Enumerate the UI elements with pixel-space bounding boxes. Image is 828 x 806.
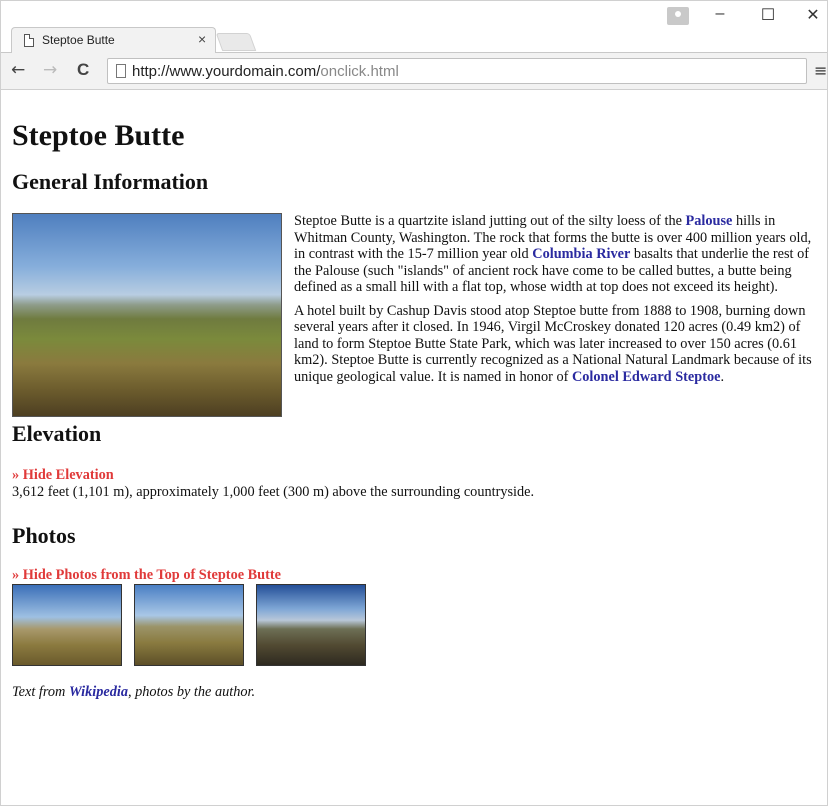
back-arrow-icon[interactable]: ←: [11, 60, 25, 80]
steptoe-butte-photo: [12, 213, 282, 417]
hide-photos-link[interactable]: » Hide Photos from the Top of Steptoe Bu…: [12, 567, 822, 584]
reload-icon[interactable]: C: [77, 60, 89, 80]
minimize-button[interactable]: –: [705, 5, 735, 23]
palouse-link[interactable]: Palouse: [686, 213, 733, 229]
photos-heading: Photos: [12, 523, 76, 548]
page-title: Steptoe Butte: [12, 119, 185, 152]
credit-line: Text from Wikipedia, photos by the autho…: [12, 684, 822, 701]
photo-thumbnail-2[interactable]: [134, 584, 244, 666]
forward-arrow-icon[interactable]: →: [43, 60, 57, 80]
photo-thumbnail-1[interactable]: [12, 584, 122, 666]
menu-icon[interactable]: ≡: [814, 61, 827, 80]
general-information-section: Steptoe Butte is a quartzite island jutt…: [12, 213, 822, 417]
browser-window: Steptoe Butte × – ☐ ✕ ← → C http://www.y…: [0, 0, 828, 806]
intro-text: .: [720, 368, 725, 385]
elevation-text: 3,612 feet (1,101 m), approximately 1,00…: [12, 484, 535, 500]
hide-elevation-link[interactable]: » Hide Elevation: [12, 467, 822, 484]
url-host: http://www.yourdomain.com/: [132, 63, 321, 80]
credit-text: , photos by the author.: [127, 684, 256, 700]
colonel-edward-steptoe-link[interactable]: Colonel Edward Steptoe: [572, 369, 721, 385]
url-path: onclick.html: [320, 63, 399, 80]
browser-toolbar: ← → C http://www.yourdomain.com/onclick.…: [1, 52, 827, 90]
wikipedia-link[interactable]: Wikipedia: [69, 684, 128, 700]
intro-text: A hotel built by Cashup Davis stood atop…: [294, 302, 812, 385]
tab-close-icon[interactable]: ×: [198, 31, 206, 47]
photo-thumbnails: [12, 584, 822, 668]
address-bar[interactable]: http://www.yourdomain.com/onclick.html: [107, 58, 807, 84]
photo-thumbnail-3[interactable]: [256, 584, 366, 666]
credit-text: Text from: [12, 684, 69, 700]
tab-title: Steptoe Butte: [42, 33, 115, 47]
url-text: http://www.yourdomain.com/onclick.html: [132, 63, 399, 80]
page-icon: [116, 64, 126, 78]
new-tab-button[interactable]: [215, 33, 257, 51]
intro-text: Steptoe Butte is a quartzite island jutt…: [294, 213, 686, 229]
general-information-heading: General Information: [12, 169, 209, 194]
columbia-river-link[interactable]: Columbia River: [532, 246, 630, 262]
page-icon: [24, 34, 34, 47]
tab-steptoe-butte[interactable]: Steptoe Butte ×: [11, 27, 216, 53]
maximize-button[interactable]: ☐: [753, 5, 783, 25]
user-profile-icon[interactable]: [667, 7, 689, 25]
title-bar: Steptoe Butte × – ☐ ✕: [1, 1, 828, 53]
close-window-button[interactable]: ✕: [798, 5, 828, 25]
page-content: Steptoe Butte General Information Stepto…: [12, 91, 822, 701]
elevation-heading: Elevation: [12, 421, 102, 446]
